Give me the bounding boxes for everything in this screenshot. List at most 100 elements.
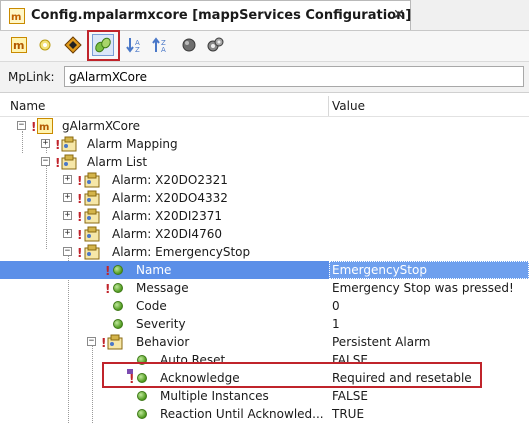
sort-up-icon: ZA [152,37,166,54]
tab-title: Config.mpalarmxcore [mappServices Config… [31,8,412,23]
warning-icon: ! [101,336,107,350]
column-header: Name Value [0,96,529,117]
tree-item-label: Alarm: X20DI2371 [112,209,222,223]
property-value[interactable]: Emergency Stop was pressed! [332,281,514,295]
svg-text:m: m [13,39,24,52]
config-group-icon [107,334,123,350]
collapse-icon[interactable]: − [87,337,96,346]
settings-button[interactable] [204,34,226,56]
property-value[interactable]: EmergencyStop [332,263,427,277]
toggle-view-icon: m [11,37,27,53]
property-name: Reaction Until Acknowled... [160,407,324,421]
tree-item-label: Alarm: EmergencyStop [112,245,251,259]
tree-row-property-severity[interactable]: Severity 1 [0,315,529,333]
tree-row-alarm[interactable]: + ! Alarm: X20DI2371 [0,207,529,225]
tree-row-property-code[interactable]: Code 0 [0,297,529,315]
warning-icon: ! [55,156,61,170]
column-divider[interactable] [328,96,329,116]
parameter-icon [113,301,123,311]
expand-icon[interactable]: + [41,139,50,148]
column-name[interactable]: Name [10,99,45,113]
tree-row-alarm-mapping[interactable]: + ! Alarm Mapping [0,135,529,153]
property-value[interactable]: Persistent Alarm [332,335,430,349]
tree-row-alarm-emergency[interactable]: − ! Alarm: EmergencyStop [0,243,529,261]
column-value[interactable]: Value [332,99,365,113]
tree-item-label: Alarm Mapping [87,137,178,151]
tab-bar: m Config.mpalarmxcore [mappServices Conf… [0,0,529,31]
warning-icon: ! [77,174,83,188]
tree-item-label: Alarm: X20DI4760 [112,227,222,241]
sort-down-button[interactable]: AZ [124,34,146,56]
tree-row-property-behavior[interactable]: − ! Behavior Persistent Alarm [0,333,529,351]
warning-icon: ! [77,210,83,224]
editor-tab[interactable]: m Config.mpalarmxcore [mappServices Conf… [0,0,411,30]
property-name: Code [136,299,167,313]
parameter-icon [113,283,123,293]
settings-gears-icon [207,37,224,52]
parameter-icon [113,319,123,329]
mplink-input[interactable] [64,66,524,87]
record-button[interactable] [178,34,200,56]
new-item-button[interactable] [34,34,56,56]
property-value[interactable]: 0 [332,299,340,313]
tree-row-property-message[interactable]: ! Message Emergency Stop was pressed! [0,279,529,297]
tree-row-alarm[interactable]: + ! Alarm: X20DO2321 [0,171,529,189]
svg-text:m: m [11,12,21,23]
expand-icon[interactable]: + [63,175,72,184]
tree-row-alarm[interactable]: + ! Alarm: X20DI4760 [0,225,529,243]
config-group-icon [61,154,77,170]
tree-row-property-name[interactable]: ! Name EmergencyStop [0,261,529,279]
property-name: Message [136,281,189,295]
properties-button[interactable] [62,34,84,56]
config-group-icon [61,136,77,152]
config-group-icon [84,172,100,188]
tree-row-property-reaction-until-ack[interactable]: Reaction Until Acknowled... TRUE [0,405,529,423]
property-value[interactable]: FALSE [332,389,368,403]
collapse-icon[interactable]: − [41,157,50,166]
warning-icon: ! [31,120,37,134]
property-name: Behavior [136,335,190,349]
tree-item-label: Alarm: X20DO2321 [112,173,228,187]
toolbar: m AZ ZA [0,31,529,62]
tree-item-label: Alarm List [87,155,148,169]
property-name: Multiple Instances [160,389,269,403]
warning-icon: ! [77,228,83,242]
warning-icon: ! [55,138,61,152]
new-item-icon [39,39,51,51]
mapp-component-icon: m [37,118,53,134]
collapse-icon[interactable]: − [63,247,72,256]
properties-icon [64,36,82,54]
tree-row-alarm-list[interactable]: − ! Alarm List [0,153,529,171]
tree-row-root[interactable]: − ! m gAlarmXCore [0,117,529,135]
config-group-icon [84,226,100,242]
mplink-bar: MpLink: [0,62,529,93]
acknowledge-highlight [102,362,482,388]
tree-row-alarm[interactable]: + ! Alarm: X20DO4332 [0,189,529,207]
expand-icon[interactable]: + [63,193,72,202]
warning-icon: ! [77,246,83,260]
config-group-icon [84,244,100,260]
config-group-icon [84,190,100,206]
link-button-highlight [87,30,120,61]
parameter-icon [113,265,123,275]
mapp-config-icon: m [9,8,25,24]
tree-item-label: Alarm: X20DO4332 [112,191,228,205]
close-icon[interactable]: ✕ [393,7,405,23]
property-value[interactable]: 1 [332,317,340,331]
sort-up-button[interactable]: ZA [150,34,172,56]
property-value[interactable]: TRUE [332,407,364,421]
toggle-view-button[interactable]: m [8,34,30,56]
svg-text:Z: Z [135,46,140,54]
mplink-label: MpLink: [8,70,55,84]
svg-text:A: A [161,46,166,54]
collapse-icon[interactable]: − [17,121,26,130]
expand-icon[interactable]: + [63,229,72,238]
expand-icon[interactable]: + [63,211,72,220]
parameter-icon [137,391,147,401]
tree-row-property-multiple-instances[interactable]: Multiple Instances FALSE [0,387,529,405]
record-icon [182,38,196,52]
config-group-icon [84,208,100,224]
property-name: Severity [136,317,186,331]
sort-down-icon: AZ [126,38,140,54]
parameter-icon [137,409,147,419]
